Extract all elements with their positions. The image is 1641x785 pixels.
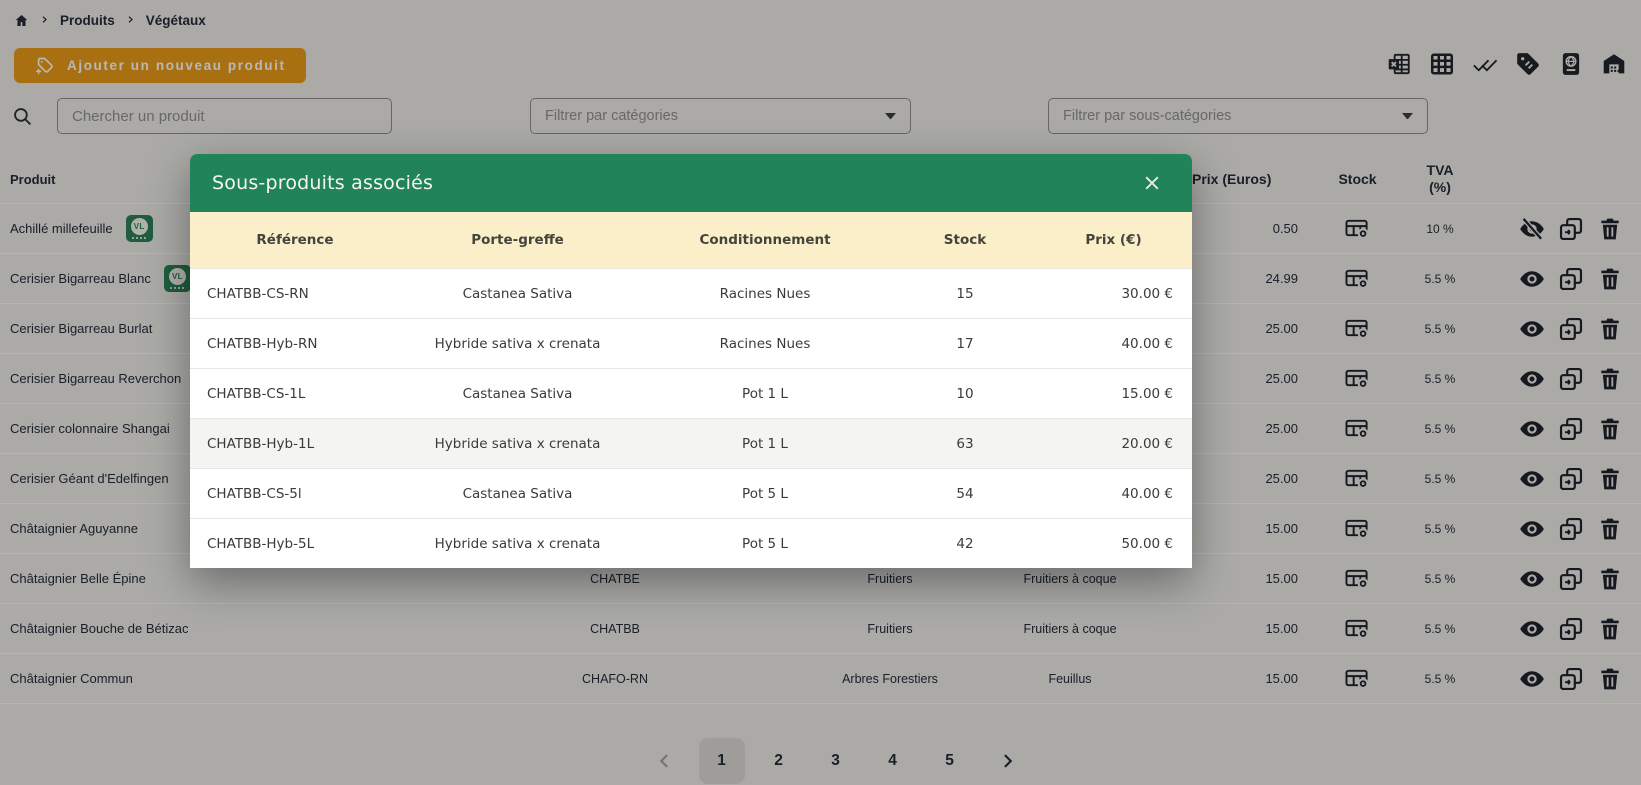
subproduct-prix: 30.00 € <box>1121 285 1173 302</box>
modal-table-row: CHATBB-CS-RN Castanea Sativa Racines Nue… <box>190 268 1192 318</box>
subproduct-porte-greffe: Hybride sativa x crenata <box>434 435 601 452</box>
subproduct-conditionnement: Pot 1 L <box>742 435 788 452</box>
subproduct-stock: 63 <box>956 435 974 452</box>
subproduct-reference: CHATBB-Hyb-5L <box>207 535 315 552</box>
modal-header-prix: Prix (€) <box>1085 232 1142 248</box>
subproduct-prix: 50.00 € <box>1121 535 1173 552</box>
modal-table-row: CHATBB-CS-5l Castanea Sativa Pot 5 L 54 … <box>190 468 1192 518</box>
modal-table-row: CHATBB-CS-1L Castanea Sativa Pot 1 L 10 … <box>190 368 1192 418</box>
subproduct-stock: 15 <box>956 285 974 302</box>
subproduct-reference: CHATBB-CS-RN <box>207 285 309 302</box>
modal-header-stock: Stock <box>943 232 987 248</box>
subproduct-conditionnement: Pot 5 L <box>742 535 788 552</box>
modal-table-row: CHATBB-Hyb-RN Hybride sativa x crenata R… <box>190 318 1192 368</box>
subproduct-prix: 40.00 € <box>1121 335 1173 352</box>
modal-table-row: CHATBB-Hyb-1L Hybride sativa x crenata P… <box>190 418 1192 468</box>
subproduct-stock: 54 <box>956 485 974 502</box>
modal-table-body: CHATBB-CS-RN Castanea Sativa Racines Nue… <box>190 268 1192 568</box>
subproduct-conditionnement: Pot 5 L <box>742 485 788 502</box>
subproduct-conditionnement: Racines Nues <box>719 335 811 352</box>
modal-header-reference: Référence <box>256 232 334 248</box>
subproduct-prix: 20.00 € <box>1121 435 1173 452</box>
subproduct-stock: 42 <box>956 535 974 552</box>
subproduct-conditionnement: Pot 1 L <box>742 385 788 402</box>
modal-title: Sous-produits associés <box>212 172 434 194</box>
modal-table-row: CHATBB-Hyb-5L Hybride sativa x crenata P… <box>190 518 1192 568</box>
subproduct-prix: 15.00 € <box>1121 385 1173 402</box>
modal-table-header: Référence Porte-greffe Conditionnement S… <box>190 212 1192 268</box>
subproduct-porte-greffe: Castanea Sativa <box>462 485 573 502</box>
subproduct-stock: 10 <box>956 385 974 402</box>
modal-header-porte-greffe: Porte-greffe <box>471 232 564 248</box>
close-icon[interactable] <box>1142 173 1162 193</box>
subproduct-porte-greffe: Castanea Sativa <box>462 385 573 402</box>
subproduct-porte-greffe: Hybride sativa x crenata <box>434 335 601 352</box>
subproduct-reference: CHATBB-Hyb-RN <box>207 335 318 352</box>
modal-header-conditionnement: Conditionnement <box>699 232 831 248</box>
subproduct-reference: CHATBB-CS-5l <box>207 485 302 502</box>
subproduct-porte-greffe: Hybride sativa x crenata <box>434 535 601 552</box>
subproduct-stock: 17 <box>956 335 974 352</box>
subproduct-conditionnement: Racines Nues <box>719 285 811 302</box>
subproduct-porte-greffe: Castanea Sativa <box>462 285 573 302</box>
subproduct-reference: CHATBB-CS-1L <box>207 385 306 402</box>
subproduct-reference: CHATBB-Hyb-1L <box>207 435 315 452</box>
subproduct-prix: 40.00 € <box>1121 485 1173 502</box>
subproducts-modal: Sous-produits associés Référence Porte-g… <box>190 154 1192 568</box>
modal-header: Sous-produits associés <box>190 154 1192 212</box>
